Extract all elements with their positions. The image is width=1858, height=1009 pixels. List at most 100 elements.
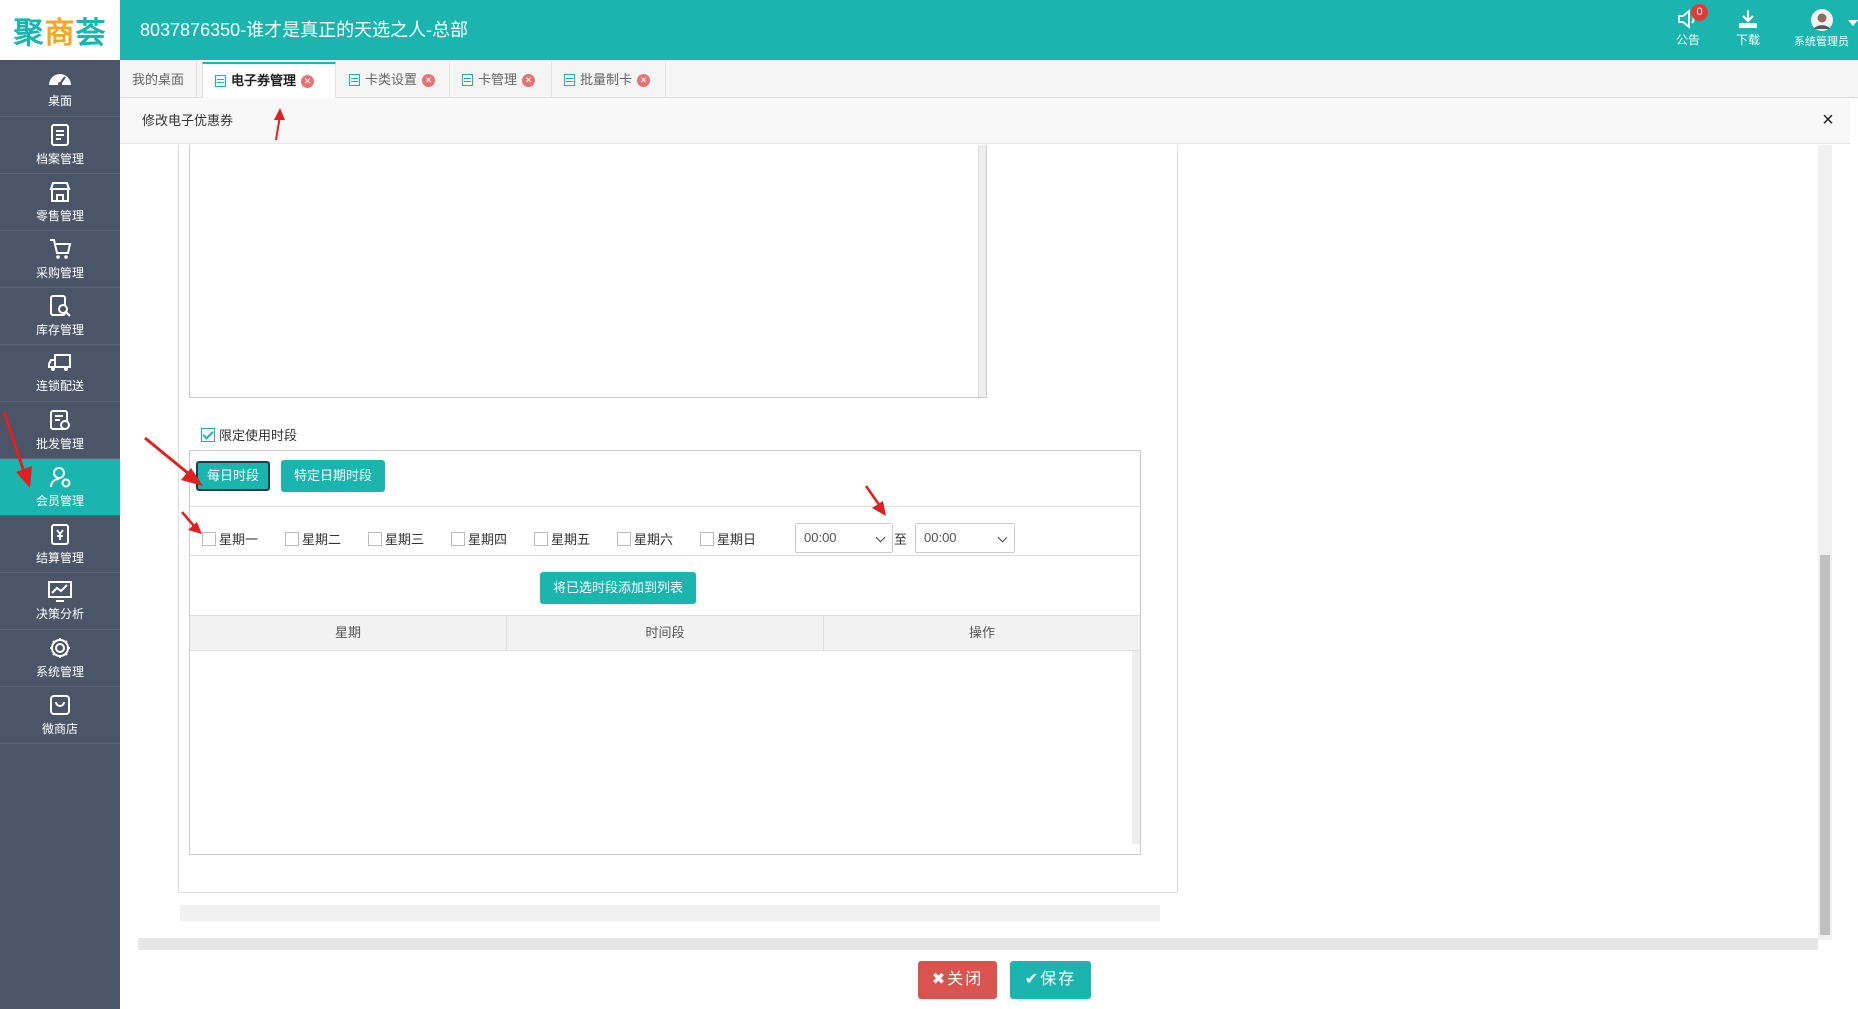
sidebar-item-label: 桌面 [47,94,72,108]
sidebar-item-analysis[interactable]: 决策分析 [0,573,120,630]
day-checkbox[interactable] [534,531,548,546]
tab-batch-card[interactable]: 批量制卡 ✕ [552,62,666,98]
day-label: 星期二 [302,532,342,547]
time-period-box: 每日时段 特定日期时段 星期一 星期二 星期三 星期四 星期五 星期六 星期日 … [189,450,1141,855]
sidebar-item-label: 系统管理 [35,665,84,679]
column-header-action[interactable]: 操作 [824,616,1140,650]
limit-time-label: 限定使用时段 [219,428,298,443]
app-logo[interactable]: 聚商荟 [0,0,120,60]
tab-label: 我的桌面 [132,72,185,87]
close-button[interactable]: ✖关闭 [918,961,997,999]
start-time-select[interactable]: 00:00 [795,523,893,553]
close-icon[interactable]: ✕ [522,73,536,87]
column-header-period[interactable]: 时间段 [507,616,824,650]
sidebar-item-settlement[interactable]: 结算管理 [0,516,120,573]
sidebar-item-label: 结算管理 [35,551,84,565]
logo-char-3: 荟 [75,17,107,50]
textarea-scrollbar[interactable] [978,145,986,397]
day-checkbox[interactable] [451,531,465,546]
sidebar-item-purchase[interactable]: 采购管理 [0,231,120,288]
download-label: 下载 [1735,33,1760,47]
chevron-down-icon [997,532,1008,543]
top-header: 聚商荟 8037876350-谁才是真正的天选之人-总部 公告 0 下载 系统管… [0,0,1858,60]
day-checkbox[interactable] [202,531,216,546]
sidebar-item-desktop[interactable]: 桌面 [0,60,120,117]
day-checkbox[interactable] [617,531,631,546]
sidebar-item-label: 连锁配送 [35,379,84,393]
day-checkbox[interactable] [368,531,382,546]
day-checkbox[interactable] [700,531,714,546]
dialog-close-icon[interactable]: × [1818,110,1838,130]
dialog-header: 修改电子优惠券 × [120,98,1850,144]
tab-my-desktop[interactable]: 我的桌面 [120,62,198,98]
day-checkbox[interactable] [285,531,299,546]
sidebar-item-system[interactable]: 系统管理 [0,630,120,687]
gear-icon [50,638,70,658]
end-time-select[interactable]: 00:00 [915,523,1015,553]
limit-time-option[interactable]: 限定使用时段 [201,425,297,444]
sidebar-item-label: 决策分析 [35,607,84,621]
sidebar-item-member[interactable]: 会员管理 [0,459,120,516]
period-table-header: 星期 时间段 操作 [190,615,1140,651]
close-icon[interactable]: ✕ [301,74,315,88]
sidebar-item-inventory[interactable]: 库存管理 [0,288,120,345]
tab-label: 电子券管理 [231,73,297,88]
day-wednesday[interactable]: 星期三 [368,529,451,548]
archive-icon [51,124,69,146]
sidebar-item-label: 采购管理 [35,266,84,280]
notice-button[interactable]: 公告 0 [1658,4,1718,48]
form-footer-strip [180,905,1160,921]
day-tuesday[interactable]: 星期二 [285,529,368,548]
tab-label: 批量制卡 [580,72,633,87]
day-label: 星期四 [468,532,508,547]
tab-card-management[interactable]: 卡管理 ✕ [450,62,552,98]
column-header-weekday[interactable]: 星期 [190,616,507,650]
close-button-label: 关闭 [947,971,984,988]
member-icon [50,467,71,488]
description-textarea[interactable] [189,145,987,398]
day-saturday[interactable]: 星期六 [617,529,700,548]
form-panel: 限定使用时段 每日时段 特定日期时段 星期一 星期二 星期三 星期四 星期五 星… [178,145,1178,893]
avatar-icon [1810,9,1833,31]
horizontal-scrollbar[interactable] [138,938,1818,950]
logo-char-1: 聚 [13,17,45,50]
bag-icon [50,695,70,715]
tab-card-type-settings[interactable]: 卡类设置 ✕ [337,62,450,98]
cart-icon [50,239,72,259]
download-button[interactable]: 下载 [1718,8,1778,48]
sidebar-item-delivery[interactable]: 连锁配送 [0,345,120,402]
sidebar-item-label: 批发管理 [35,437,84,451]
sidebar-item-microshop[interactable]: 微商店 [0,687,120,744]
user-menu[interactable]: 系统管理员 [1785,8,1858,49]
sidebar-item-archive[interactable]: 档案管理 [0,117,120,174]
add-period-button[interactable]: 将已选时段添加到列表 [540,572,696,604]
sidebar-item-wholesale[interactable]: 批发管理 [0,402,120,459]
tab-label: 卡类设置 [365,72,418,87]
vertical-scrollbar[interactable] [1818,145,1832,940]
limit-time-checkbox[interactable] [201,427,215,442]
truck-icon [48,354,71,371]
tab-coupon-management[interactable]: 电子券管理 ✕ [202,62,336,98]
dialog-body: 限定使用时段 每日时段 特定日期时段 星期一 星期二 星期三 星期四 星期五 星… [138,145,1838,940]
table-scrollbar[interactable] [1132,651,1140,844]
scrollbar-thumb[interactable] [1820,555,1830,935]
specific-date-period-button[interactable]: 特定日期时段 [281,460,385,492]
settlement-icon [51,524,69,545]
check-icon: ✔ [1024,971,1041,988]
day-sunday[interactable]: 星期日 [700,529,783,548]
document-icon [349,74,360,86]
download-icon [1739,10,1757,28]
divider [190,506,1140,507]
close-icon[interactable]: ✕ [422,73,436,87]
day-friday[interactable]: 星期五 [534,529,617,548]
close-icon[interactable]: ✕ [637,73,651,87]
save-button[interactable]: ✔保存 [1010,961,1091,999]
chevron-down-icon [875,532,886,543]
day-monday[interactable]: 星期一 [202,529,285,548]
tab-label: 卡管理 [478,72,518,87]
day-thursday[interactable]: 星期四 [451,529,534,548]
to-label: 至 [894,532,908,547]
sidebar-item-retail[interactable]: 零售管理 [0,174,120,231]
sidebar-item-label: 库存管理 [35,323,84,337]
daily-period-button[interactable]: 每日时段 [196,461,270,491]
